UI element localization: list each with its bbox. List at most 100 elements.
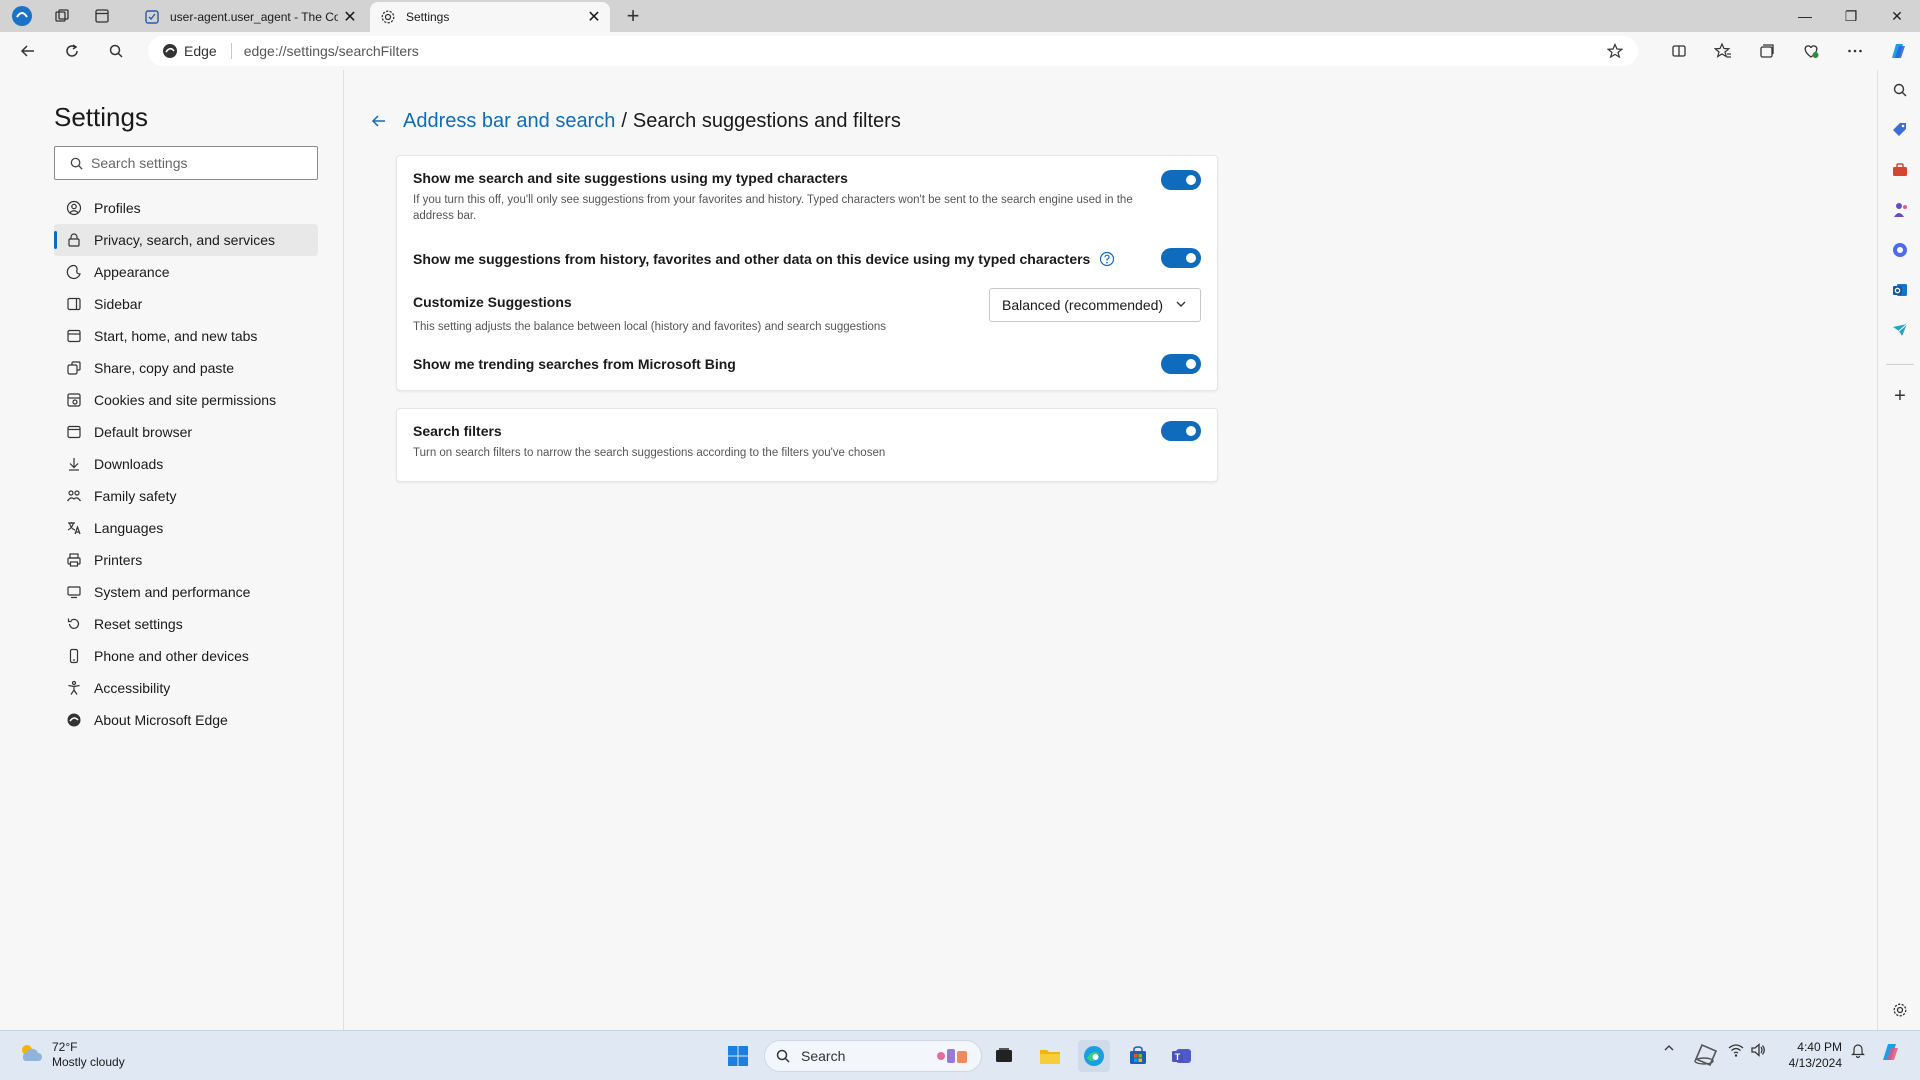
- task-view-icon[interactable]: [988, 1040, 1020, 1072]
- sidebar-item-family-safety[interactable]: Family safety: [54, 480, 318, 512]
- close-tab-icon[interactable]: ✕: [338, 5, 362, 29]
- sidebar-item-appearance[interactable]: Appearance: [54, 256, 318, 288]
- sidebar-item-label: Reset settings: [94, 616, 183, 632]
- restore-button[interactable]: ❐: [1828, 0, 1874, 32]
- customize-suggestions-setting: Customize Suggestions This setting adjus…: [413, 288, 1201, 335]
- sidebar-item-about[interactable]: About Microsoft Edge: [54, 704, 318, 736]
- sidebar-item-label: Languages: [94, 520, 164, 536]
- cookies-icon: [54, 392, 94, 408]
- sidebar-item-downloads[interactable]: Downloads: [54, 448, 318, 480]
- setting-description: Turn on search filters to narrow the sea…: [413, 447, 886, 459]
- windows-start-icon[interactable]: [722, 1040, 754, 1072]
- divider: [230, 43, 232, 59]
- search-filters-toggle[interactable]: [1161, 421, 1201, 441]
- trending-searches-toggle[interactable]: [1161, 354, 1201, 374]
- clock-date: 4/13/2024: [1788, 1056, 1842, 1070]
- settings-search-box[interactable]: [54, 146, 318, 180]
- settings-title: Settings: [54, 102, 148, 132]
- sidebar-item-cookies[interactable]: Cookies and site permissions: [54, 384, 318, 416]
- url-text[interactable]: edge://settings/searchFilters: [244, 43, 419, 59]
- tab-actions-icon[interactable]: [90, 4, 114, 28]
- taskbar-search-box[interactable]: Search: [764, 1040, 982, 1072]
- outlook-icon[interactable]: [1886, 276, 1914, 304]
- sidebar-item-sidebar[interactable]: Sidebar: [54, 288, 318, 320]
- profile-avatar-icon[interactable]: [10, 4, 34, 28]
- collections-icon[interactable]: [1753, 37, 1781, 65]
- cloud-icon: [18, 1042, 44, 1069]
- tab-user-agent[interactable]: user-agent.user_agent - The Coll ✕: [134, 2, 366, 32]
- gear-icon: [376, 2, 400, 32]
- customize-suggestions-dropdown[interactable]: Balanced (recommended): [989, 288, 1201, 322]
- close-window-button[interactable]: ✕: [1874, 0, 1920, 32]
- sidebar-item-languages[interactable]: Languages: [54, 512, 318, 544]
- sidebar-item-privacy[interactable]: Privacy, search, and services: [54, 224, 318, 256]
- search-icon[interactable]: [102, 37, 130, 65]
- drop-icon[interactable]: [1886, 316, 1914, 344]
- microsoft-365-icon[interactable]: [1886, 236, 1914, 264]
- edge-icon: [54, 712, 94, 728]
- file-explorer-icon[interactable]: [1034, 1040, 1066, 1072]
- weather-desc: Mostly cloudy: [52, 1055, 125, 1069]
- back-arrow-icon[interactable]: [365, 107, 393, 135]
- add-app-icon[interactable]: +: [1886, 382, 1914, 410]
- minimize-button[interactable]: —: [1782, 0, 1828, 32]
- edge-taskbar-icon[interactable]: [1078, 1040, 1110, 1072]
- sidebar-item-reset[interactable]: Reset settings: [54, 608, 318, 640]
- sidebar-item-printers[interactable]: Printers: [54, 544, 318, 576]
- favorites-icon[interactable]: [1709, 37, 1737, 65]
- settings-main: Address bar and search / Search suggesti…: [365, 70, 1865, 1030]
- page-title: Search suggestions and filters: [632, 109, 901, 132]
- refresh-icon[interactable]: [58, 37, 86, 65]
- share-icon: [54, 360, 94, 376]
- address-bar[interactable]: Edge edge://settings/searchFilters: [148, 36, 1638, 66]
- weather-widget[interactable]: 72°F Mostly cloudy: [18, 1040, 125, 1070]
- teams-icon[interactable]: T: [1166, 1040, 1198, 1072]
- volume-icon[interactable]: [1750, 1042, 1766, 1061]
- settings-sidebar: Settings Profiles Privacy, search, and s…: [3, 70, 344, 1030]
- sidebar-item-profiles[interactable]: Profiles: [54, 192, 318, 224]
- network-icon[interactable]: [1728, 1042, 1744, 1061]
- show-hidden-icons-chevron-icon[interactable]: [1663, 1042, 1675, 1057]
- weather-text: 72°F Mostly cloudy: [52, 1040, 125, 1070]
- browser-essentials-icon[interactable]: [1797, 37, 1825, 65]
- sidebar-item-label: Downloads: [94, 456, 164, 472]
- site-info-chip[interactable]: Edge: [162, 43, 217, 59]
- setting-title: Search filters: [413, 423, 502, 439]
- onedrive-icon[interactable]: [1690, 1037, 1720, 1070]
- sidebar-item-default-browser[interactable]: Default browser: [54, 416, 318, 448]
- help-icon[interactable]: [1098, 250, 1116, 268]
- split-screen-icon[interactable]: [1665, 37, 1693, 65]
- workspaces-icon[interactable]: [50, 4, 74, 28]
- tools-icon[interactable]: [1886, 156, 1914, 184]
- more-options-icon[interactable]: [1841, 37, 1869, 65]
- breadcrumb-parent-link[interactable]: Address bar and search: [403, 110, 615, 133]
- suggestions-card: Show me search and site suggestions usin…: [396, 155, 1218, 391]
- close-tab-icon[interactable]: ✕: [582, 5, 606, 29]
- copilot-icon[interactable]: [1884, 37, 1912, 65]
- sidebar-item-phone[interactable]: Phone and other devices: [54, 640, 318, 672]
- sidebar-item-start-home[interactable]: Start, home, and new tabs: [54, 320, 318, 352]
- setting-title: Show me search and site suggestions usin…: [413, 170, 848, 186]
- edge-logo-icon: [162, 43, 178, 59]
- new-tab-button[interactable]: +: [620, 3, 646, 29]
- sidebar-item-label: Printers: [94, 552, 143, 568]
- back-arrow-icon[interactable]: [14, 37, 42, 65]
- divider: [1886, 364, 1914, 365]
- sidebar-item-share[interactable]: Share, copy and paste: [54, 352, 318, 384]
- history-suggestions-toggle[interactable]: [1161, 248, 1201, 268]
- search-filters-card: Search filters Turn on search filters to…: [396, 408, 1218, 482]
- microsoft-store-icon[interactable]: [1122, 1040, 1154, 1072]
- sidebar-settings-gear-icon[interactable]: [1886, 996, 1914, 1024]
- search-icon[interactable]: [1886, 76, 1914, 104]
- games-icon[interactable]: [1886, 196, 1914, 224]
- favorite-star-icon[interactable]: [1604, 40, 1626, 62]
- taskbar-clock[interactable]: 4:40 PM 4/13/2024: [1780, 1039, 1842, 1071]
- shopping-tag-icon[interactable]: [1886, 116, 1914, 144]
- tab-settings[interactable]: Settings ✕: [370, 2, 610, 32]
- search-settings-input[interactable]: [91, 155, 311, 171]
- sidebar-item-system[interactable]: System and performance: [54, 576, 318, 608]
- sidebar-item-accessibility[interactable]: Accessibility: [54, 672, 318, 704]
- typed-suggestions-toggle[interactable]: [1161, 170, 1201, 190]
- copilot-taskbar-icon[interactable]: [1878, 1040, 1902, 1067]
- notification-bell-icon[interactable]: [1850, 1042, 1866, 1061]
